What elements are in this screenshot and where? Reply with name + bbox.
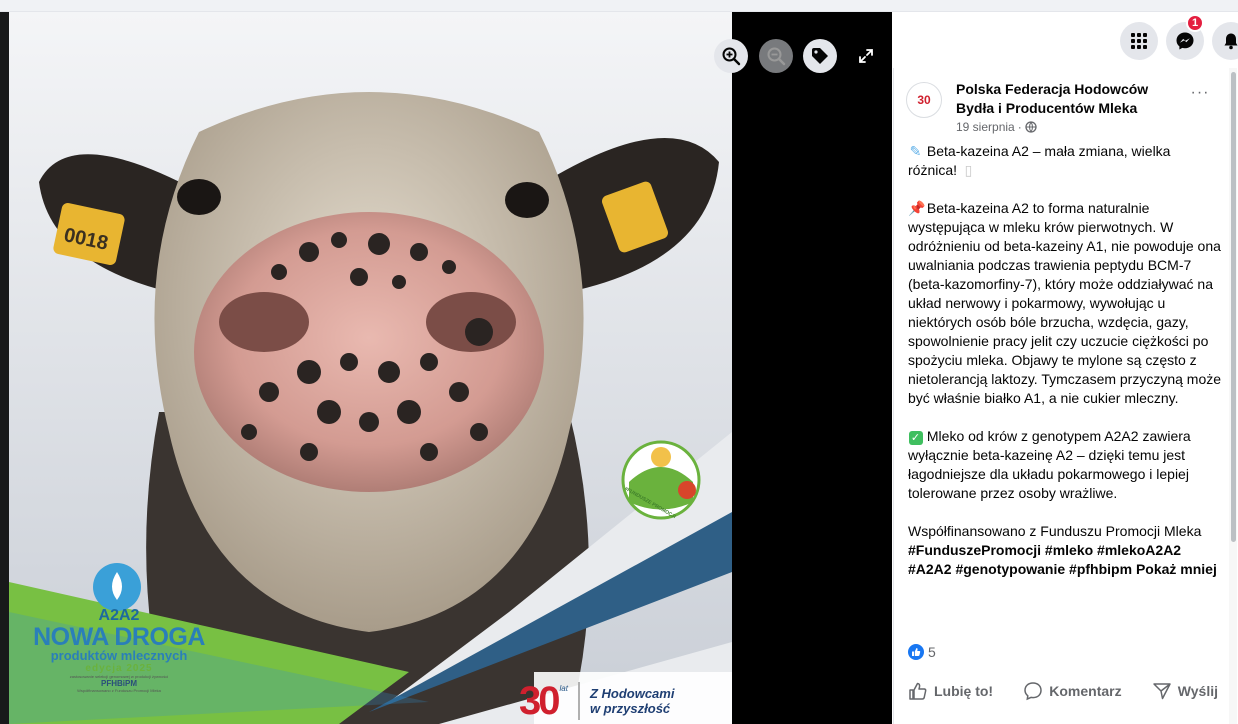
paragraph-3-text: Mleko od krów z genotypem A2A2 zawiera w…: [908, 428, 1191, 501]
comment-icon: [1024, 682, 1043, 701]
photo-viewer-window: 0018 A2A2 NOWA DROGA produktów mlecznych…: [0, 0, 1238, 724]
comment-button[interactable]: Komentarz: [1023, 681, 1122, 701]
post-body: ✎ Beta-kazeina A2 – mała zmiana, wielka …: [908, 142, 1222, 579]
paragraph-4-text: Współfinansowano z Funduszu Promocji Mle…: [908, 523, 1202, 539]
slogan-line-2: w przyszłość: [589, 701, 671, 716]
badge-org: PFHBiPM: [101, 679, 137, 688]
tag-icon: [812, 48, 828, 64]
badge-cofinanced: Współfinansowano z Funduszu Promocji Mle…: [77, 688, 161, 693]
post-meta: 19 sierpnia ·: [956, 120, 1037, 134]
like-label: Lubię to!: [934, 683, 994, 699]
post-paragraph-2: 📌 Beta-kazeina A2 to forma naturalnie wy…: [908, 199, 1222, 408]
expand-icon: [859, 49, 873, 63]
left-edge: [0, 12, 9, 724]
show-less-link[interactable]: Pokaż mniej: [1136, 561, 1217, 577]
top-strip: [0, 0, 1238, 12]
tag-photo-button[interactable]: [803, 39, 837, 73]
send-button[interactable]: Wyślij: [1152, 681, 1218, 701]
zoom-in-icon: [722, 47, 741, 66]
reaction-count: 5: [928, 644, 936, 660]
post-author[interactable]: Polska Federacja Hodowców Bydła i Produc…: [956, 80, 1166, 118]
zoom-in-button[interactable]: [714, 39, 748, 73]
send-label: Wyślij: [1177, 683, 1218, 699]
syringe-icon: ✎: [909, 143, 922, 159]
post-options-button[interactable]: ···: [1188, 84, 1212, 108]
badge-edition: edycja 2025: [85, 663, 153, 674]
anniversary-logo: 30 lat Z Hodowcami w przyszłość: [519, 678, 674, 724]
photo-viewer: 0018 A2A2 NOWA DROGA produktów mlecznych…: [9, 12, 892, 724]
send-icon: [1153, 683, 1171, 700]
grid-menu-icon: [1131, 33, 1147, 49]
badge-title: NOWA DROGA: [33, 623, 205, 651]
slogan: Z Hodowcami w przyszłość: [590, 686, 675, 716]
milk-glass-icon: ▯: [964, 162, 973, 178]
page-avatar[interactable]: 30: [906, 82, 942, 118]
anniversary-lat: lat: [559, 684, 568, 693]
comment-label: Komentarz: [1049, 683, 1122, 699]
post-paragraph-1: ✎ Beta-kazeina A2 – mała zmiana, wielka …: [908, 142, 1222, 180]
meta-separator: ·: [1017, 120, 1022, 134]
a2a2-campaign-badge: A2A2 NOWA DROGA produktów mlecznych edyc…: [19, 557, 219, 693]
messenger-icon: [1176, 32, 1194, 50]
globe-icon[interactable]: [1025, 121, 1037, 133]
badge-subtitle: produktów mlecznych: [50, 648, 188, 663]
panel-scrollbar-thumb[interactable]: [1231, 72, 1236, 542]
pushpin-icon: 📌: [908, 200, 926, 216]
check-mark-icon: ✓: [908, 427, 923, 446]
paragraph-2-text: Beta-kazeina A2 to forma naturalnie wyst…: [908, 200, 1222, 406]
zoom-out-icon: [767, 47, 786, 66]
post-actions: Lubię to! Komentarz Wyślij: [908, 678, 1218, 704]
like-button[interactable]: Lubię to!: [908, 681, 993, 701]
like-reaction-icon: [908, 644, 924, 660]
post-date[interactable]: 19 sierpnia: [956, 120, 1015, 134]
post-photo[interactable]: 0018 A2A2 NOWA DROGA produktów mlecznych…: [9, 12, 732, 724]
notification-badge: 1: [1186, 14, 1204, 32]
logo-divider: [577, 682, 580, 720]
reaction-summary[interactable]: 5: [908, 644, 936, 660]
paragraph-1-text: Beta-kazeina A2 – mała zmiana, wielka ró…: [908, 143, 1171, 178]
post-paragraph-4: Współfinansowano z Funduszu Promocji Mle…: [908, 522, 1222, 579]
post-paragraph-3: ✓ Mleko od krów z genotypem A2A2 zawiera…: [908, 427, 1222, 503]
anniversary-number: 30: [519, 679, 560, 723]
slogan-line-1: Z Hodowcami: [589, 686, 675, 701]
panel-header: 1: [892, 12, 1238, 66]
zoom-out-button[interactable]: [759, 39, 793, 73]
post-container: 30 Polska Federacja Hodowców Bydła i Pro…: [893, 68, 1225, 724]
menu-button[interactable]: [1120, 22, 1158, 60]
fullscreen-button[interactable]: [849, 39, 883, 73]
thumbs-up-icon: [909, 682, 927, 700]
bell-icon: [1224, 33, 1238, 50]
notifications-button[interactable]: [1212, 22, 1238, 60]
post-side-panel: 1 30 Polska Federacja Hodowców Bydła i P…: [892, 12, 1238, 724]
